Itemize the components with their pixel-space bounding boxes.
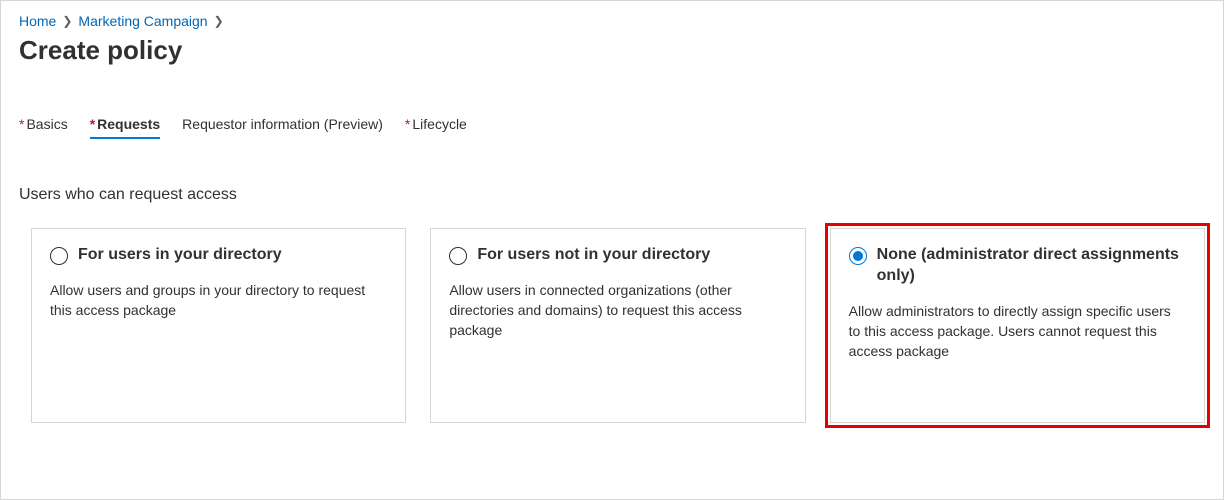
breadcrumb-home[interactable]: Home — [19, 13, 56, 29]
option-title: None (administrator direct assignments o… — [877, 245, 1186, 287]
option-description: Allow users in connected organizations (… — [449, 280, 786, 341]
options-row: For users in your directory Allow users … — [19, 228, 1205, 423]
chevron-right-icon: ❯ — [214, 14, 224, 28]
tab-lifecycle[interactable]: *Lifecycle — [405, 116, 467, 138]
radio-unchecked-icon[interactable] — [50, 247, 68, 265]
option-users-in-directory[interactable]: For users in your directory Allow users … — [31, 228, 406, 423]
tab-requests[interactable]: *Requests — [90, 116, 160, 138]
option-title: For users in your directory — [78, 245, 282, 266]
option-title: For users not in your directory — [477, 245, 710, 266]
option-none-admin-only[interactable]: None (administrator direct assignments o… — [830, 228, 1205, 423]
option-description: Allow users and groups in your directory… — [50, 280, 387, 321]
chevron-right-icon: ❯ — [62, 14, 72, 28]
radio-unchecked-icon[interactable] — [449, 247, 467, 265]
breadcrumb-marketing-campaign[interactable]: Marketing Campaign — [78, 13, 207, 29]
radio-checked-icon[interactable] — [849, 247, 867, 265]
section-heading: Users who can request access — [19, 186, 1205, 204]
tab-requestor-information[interactable]: Requestor information (Preview) — [182, 116, 383, 138]
option-users-not-in-directory[interactable]: For users not in your directory Allow us… — [430, 228, 805, 423]
option-description: Allow administrators to directly assign … — [849, 301, 1186, 362]
tab-basics[interactable]: *Basics — [19, 116, 68, 138]
breadcrumb: Home ❯ Marketing Campaign ❯ — [19, 13, 1205, 29]
tabs: *Basics *Requests Requestor information … — [19, 116, 1205, 138]
page-title: Create policy — [19, 35, 1205, 66]
